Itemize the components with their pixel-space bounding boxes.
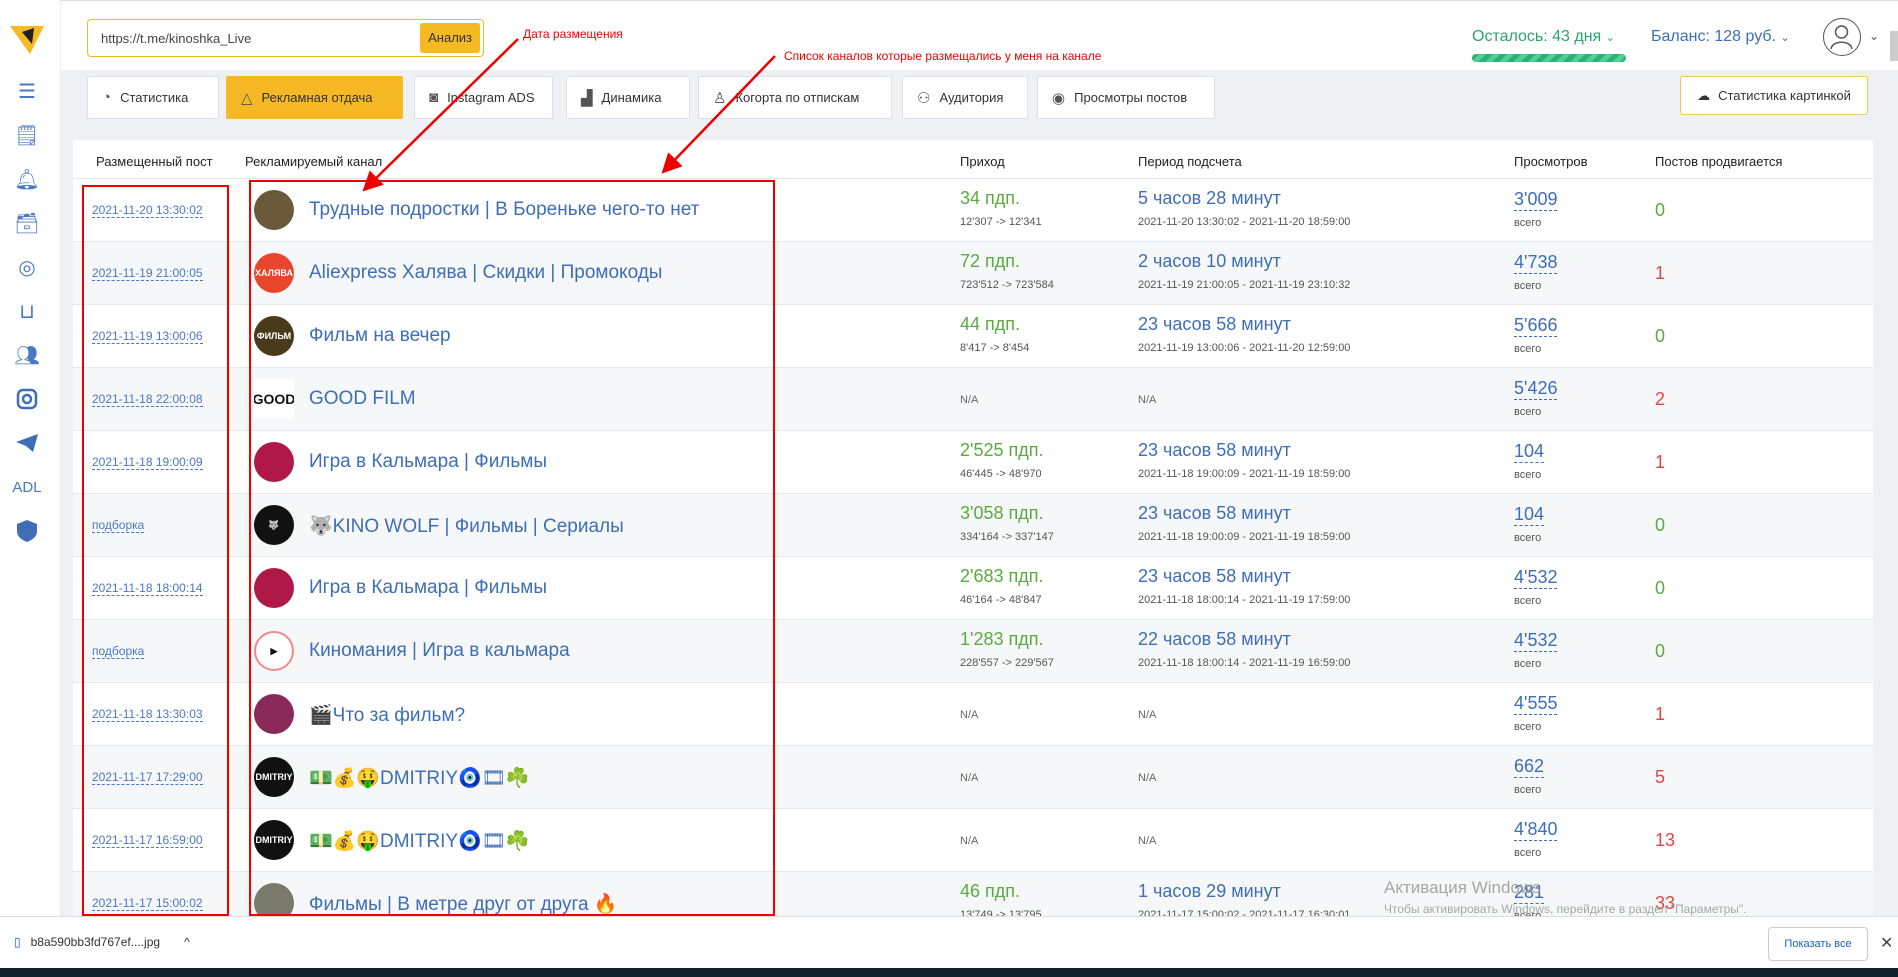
windows-activation-watermark: Активация Windows Чтобы активировать Win… [1384, 878, 1747, 916]
taskbar [0, 968, 1898, 977]
watermark-title: Активация Windows [1384, 878, 1541, 897]
chevron-up-icon[interactable]: ^ [184, 935, 190, 949]
close-icon[interactable]: ✕ [1880, 933, 1893, 953]
arrow-to-channels [661, 55, 776, 174]
watermark-subtitle: Чтобы активировать Windows, перейдите в … [1384, 902, 1747, 916]
show-all-button[interactable]: Показать все [1768, 927, 1868, 961]
download-bar: ▯ b8a590bb3fd767ef....jpg ^ Показать все ✕ [0, 916, 1898, 968]
annotation-arrows [362, 38, 776, 192]
downloaded-file[interactable]: ▯ b8a590bb3fd767ef....jpg ^ [14, 935, 190, 949]
file-icon: ▯ [14, 935, 21, 949]
arrow-to-dates [362, 38, 519, 192]
file-name: b8a590bb3fd767ef....jpg [30, 935, 161, 949]
